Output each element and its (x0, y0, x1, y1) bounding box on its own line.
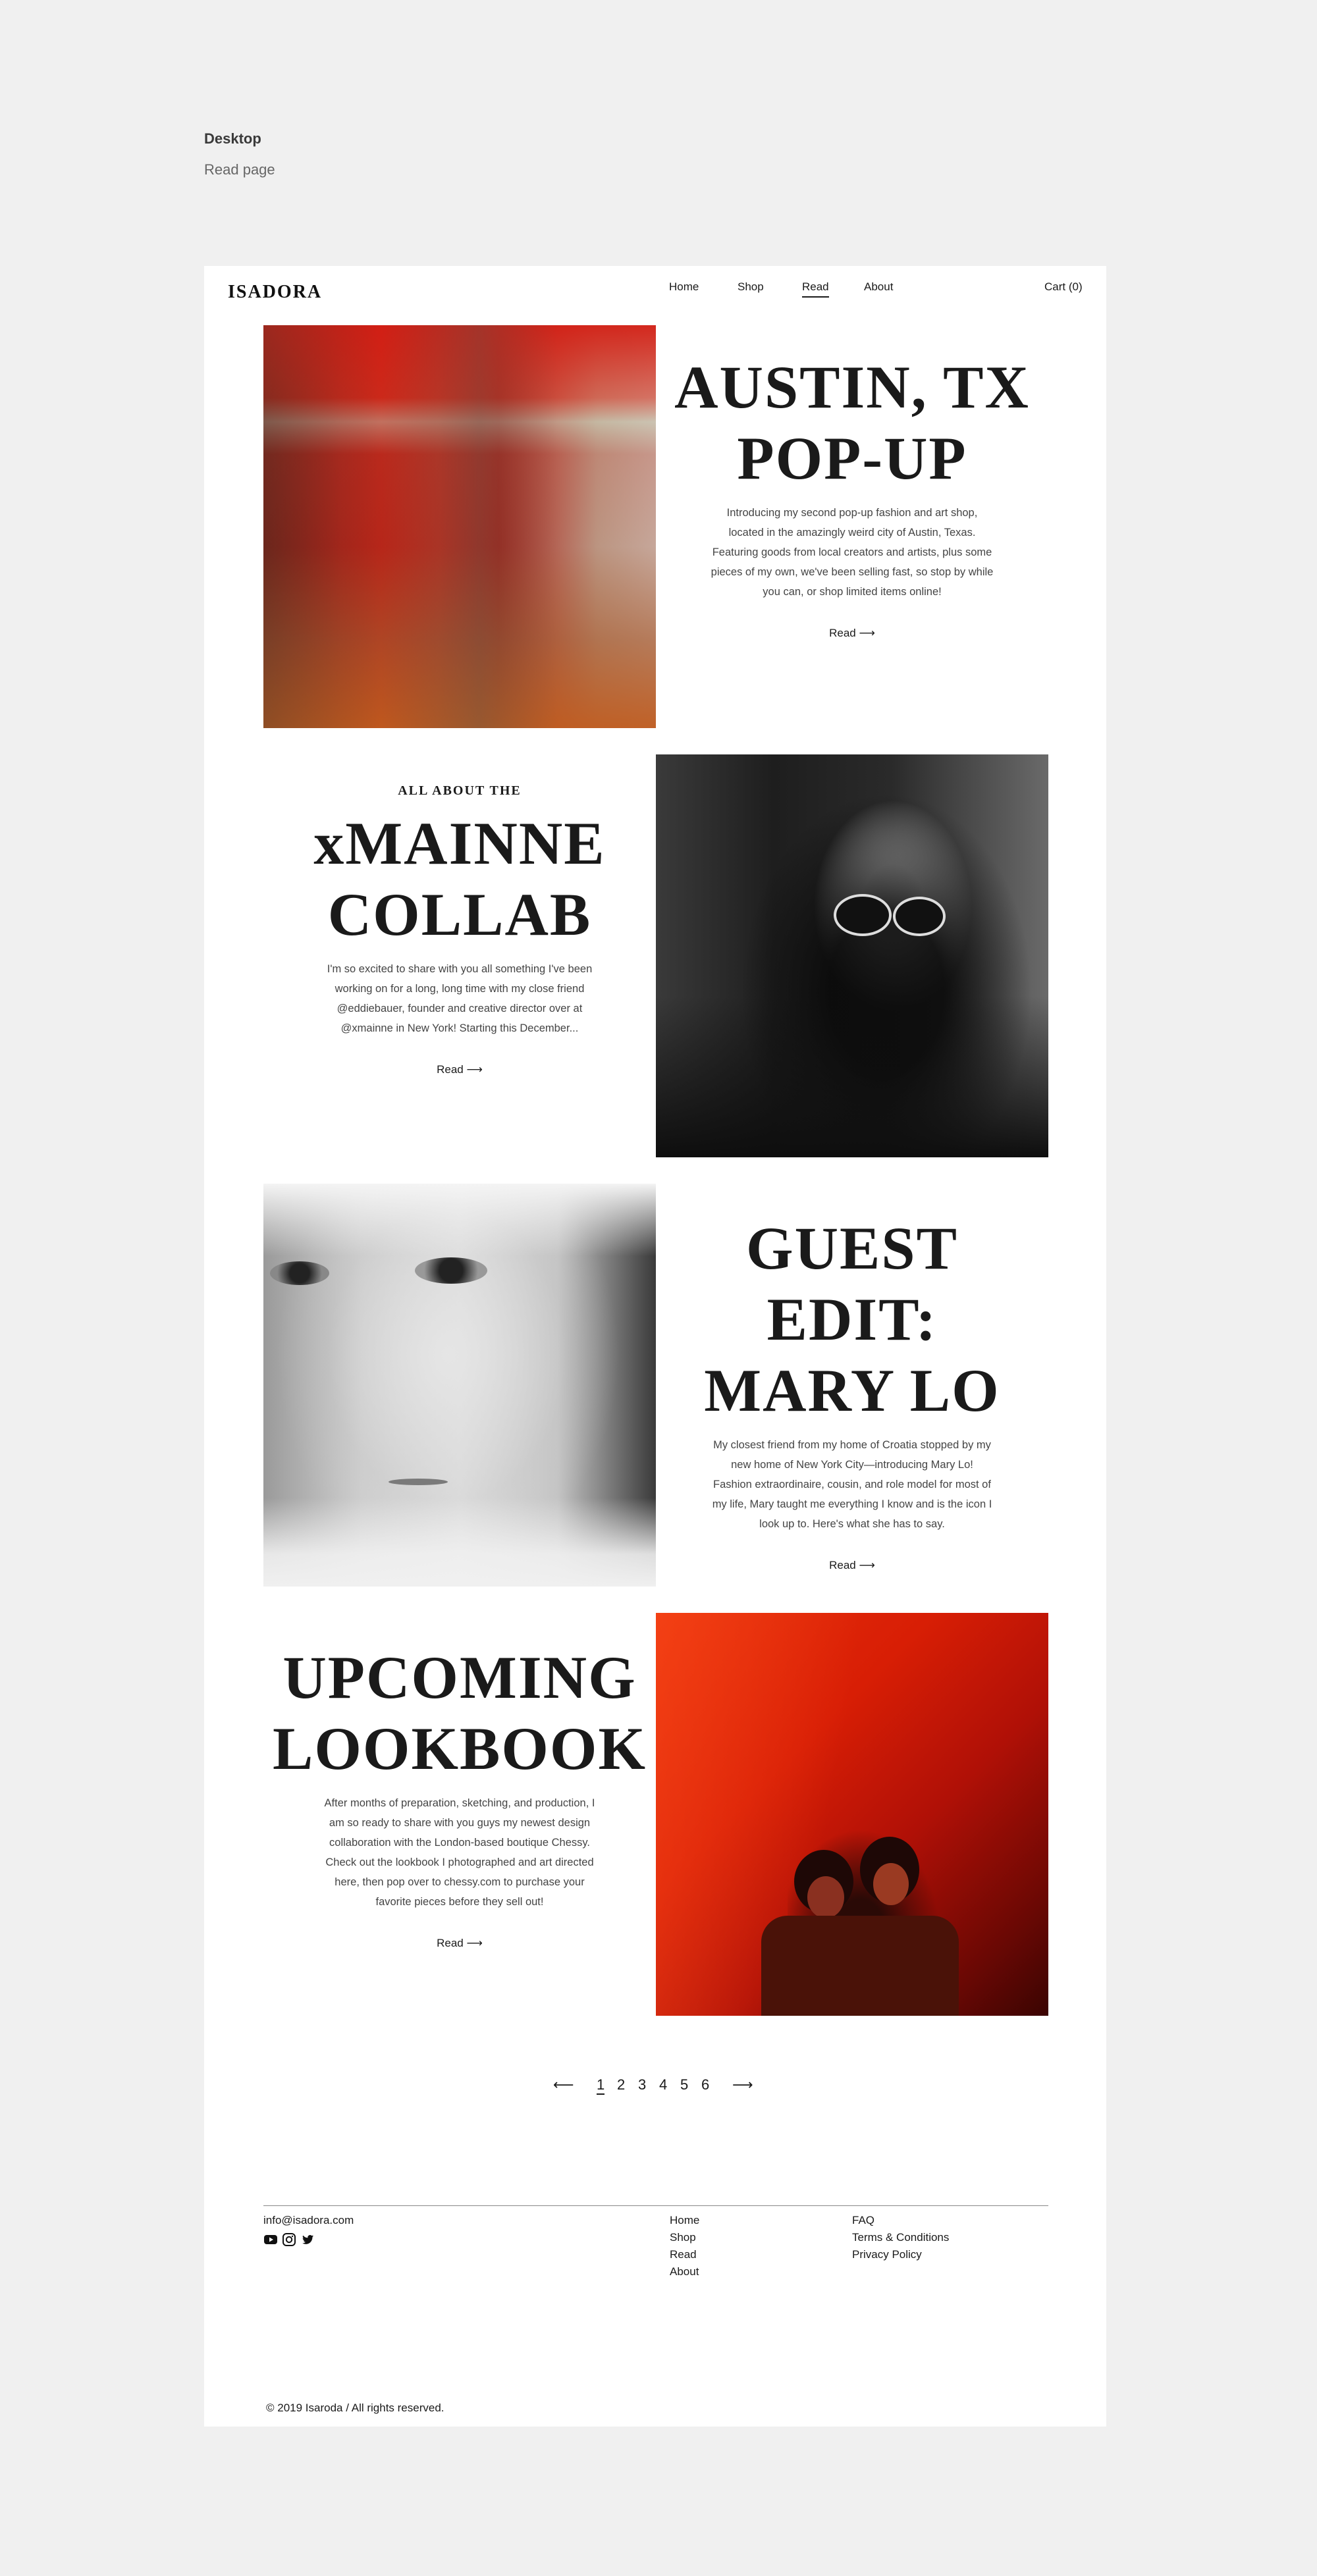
headline-line-1: GUEST EDIT: (746, 1215, 958, 1353)
article-excerpt: After months of preparation, sketching, … (324, 1797, 595, 1908)
article-headline[interactable]: xMAINNE COLLAB (263, 808, 656, 950)
footer-divider (263, 2205, 1048, 2206)
nav-read[interactable]: Read (802, 280, 829, 298)
footer-email[interactable]: info@isadora.com (263, 2212, 354, 2229)
youtube-icon[interactable] (263, 2232, 278, 2247)
read-link[interactable]: Read ⟶ (829, 627, 875, 640)
article-image-austin[interactable] (263, 325, 656, 728)
headline-line-1: xMAINNE (313, 810, 606, 877)
headline-line-2: LOOKBOOK (272, 1715, 647, 1782)
page-3[interactable]: 3 (638, 2076, 646, 2093)
headline-line-2: MARY LO (704, 1357, 1000, 1424)
headline-line-2: POP-UP (737, 425, 967, 492)
page-frame: ISADORA Home Shop Read About Cart (0) AU… (204, 266, 1106, 2427)
article-kicker: ALL ABOUT THE (398, 783, 522, 798)
instagram-icon[interactable] (282, 2232, 296, 2247)
article-xmainne: ALL ABOUT THE xMAINNE COLLAB I'm so exci… (263, 783, 656, 1076)
article-austin: AUSTIN, TX POP-UP Introducing my second … (656, 352, 1048, 640)
footer-link-read[interactable]: Read (670, 2246, 699, 2263)
pagination: ⟵ 1 2 3 4 5 6 ⟶ (553, 2076, 757, 2096)
twitter-icon[interactable] (300, 2232, 315, 2247)
article-image-lookbook[interactable] (656, 1613, 1048, 2016)
article-excerpt: Introducing my second pop-up fashion and… (711, 507, 994, 598)
artboard-subtitle: Read page (204, 161, 275, 178)
read-link[interactable]: Read ⟶ (437, 1063, 483, 1076)
nav-about[interactable]: About (864, 280, 893, 296)
footer-link-home[interactable]: Home (670, 2212, 699, 2229)
headline-line-1: AUSTIN, TX (674, 354, 1030, 421)
read-link[interactable]: Read ⟶ (437, 1937, 483, 1950)
page-1[interactable]: 1 (597, 2076, 605, 2095)
footer-link-privacy[interactable]: Privacy Policy (852, 2246, 949, 2263)
article-marylo: GUEST EDIT: MARY LO My closest friend fr… (656, 1213, 1048, 1572)
cart-link[interactable]: Cart (0) (1044, 280, 1083, 294)
social-links (263, 2232, 315, 2247)
artboard-title: Desktop (204, 130, 261, 147)
nav-shop[interactable]: Shop (738, 280, 764, 296)
page-6[interactable]: 6 (701, 2076, 709, 2093)
page-5[interactable]: 5 (680, 2076, 688, 2093)
article-headline[interactable]: UPCOMING LOOKBOOK (263, 1642, 656, 1784)
article-lookbook: UPCOMING LOOKBOOK After months of prepar… (263, 1642, 656, 1950)
footer-nav-primary: Home Shop Read About (670, 2212, 699, 2280)
read-link[interactable]: Read ⟶ (829, 1559, 875, 1572)
headline-line-2: COLLAB (327, 881, 592, 948)
headline-line-1: UPCOMING (282, 1644, 637, 1711)
site-logo[interactable]: ISADORA (228, 282, 322, 303)
page-2[interactable]: 2 (617, 2076, 625, 2093)
article-excerpt: My closest friend from my home of Croati… (712, 1439, 992, 1530)
article-image-marylo[interactable] (263, 1184, 656, 1587)
prev-page-arrow[interactable]: ⟵ (553, 2076, 574, 2093)
footer-link-faq[interactable]: FAQ (852, 2212, 949, 2229)
next-page-arrow[interactable]: ⟶ (732, 2076, 753, 2093)
footer-nav-secondary: FAQ Terms & Conditions Privacy Policy (852, 2212, 949, 2263)
article-headline[interactable]: AUSTIN, TX POP-UP (656, 352, 1048, 494)
copyright-text: © 2019 Isaroda / All rights reserved. (266, 2402, 444, 2414)
nav-home[interactable]: Home (669, 280, 699, 296)
page-4[interactable]: 4 (659, 2076, 667, 2093)
article-headline[interactable]: GUEST EDIT: MARY LO (656, 1213, 1048, 1426)
article-image-xmainne[interactable] (656, 754, 1048, 1157)
footer-link-terms[interactable]: Terms & Conditions (852, 2229, 949, 2246)
footer-link-shop[interactable]: Shop (670, 2229, 699, 2246)
article-excerpt: I'm so excited to share with you all som… (327, 963, 593, 1034)
footer-link-about[interactable]: About (670, 2263, 699, 2280)
